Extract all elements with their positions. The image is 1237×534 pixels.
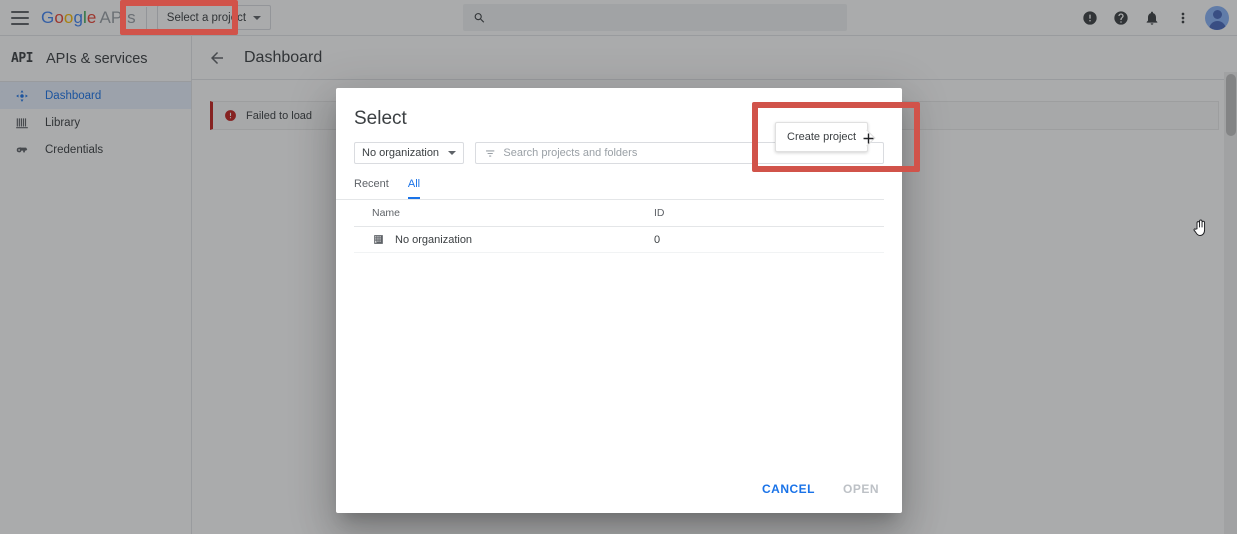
table-header-row: Name ID <box>354 200 884 227</box>
tab-label: All <box>407 178 421 190</box>
dialog-actions: CANCEL OPEN <box>753 475 888 503</box>
cancel-button[interactable]: CANCEL <box>753 475 824 503</box>
table-row[interactable]: No organization 0 <box>354 227 884 253</box>
tab-recent[interactable]: Recent <box>354 178 389 199</box>
column-header-name: Name <box>372 207 401 219</box>
tab-label: Recent <box>354 178 389 190</box>
organization-building-icon <box>374 235 383 244</box>
screen: Google APIs Select a project API APIs & … <box>0 0 1237 534</box>
tab-all[interactable]: All <box>407 178 421 199</box>
organization-select-label: No organization <box>362 147 440 159</box>
filter-icon <box>486 149 495 157</box>
hand-cursor <box>1193 219 1206 236</box>
open-button: OPEN <box>834 475 888 503</box>
chevron-down-icon <box>448 151 457 155</box>
organization-select[interactable]: No organization <box>354 142 465 164</box>
dialog-tabs: Recent All <box>336 164 884 200</box>
projects-table: Name ID No organization 0 <box>354 200 884 253</box>
cell-id: 0 <box>654 233 661 246</box>
plus-icon <box>863 133 873 143</box>
cell-name: No organization <box>354 233 654 246</box>
column-header-id: ID <box>654 207 665 219</box>
select-project-dialog: Select No organization Recent All <box>336 88 1206 513</box>
create-project-tooltip-text: Create project <box>787 131 857 143</box>
create-project-button[interactable] <box>855 125 881 151</box>
row-name-text: No organization <box>395 233 473 246</box>
